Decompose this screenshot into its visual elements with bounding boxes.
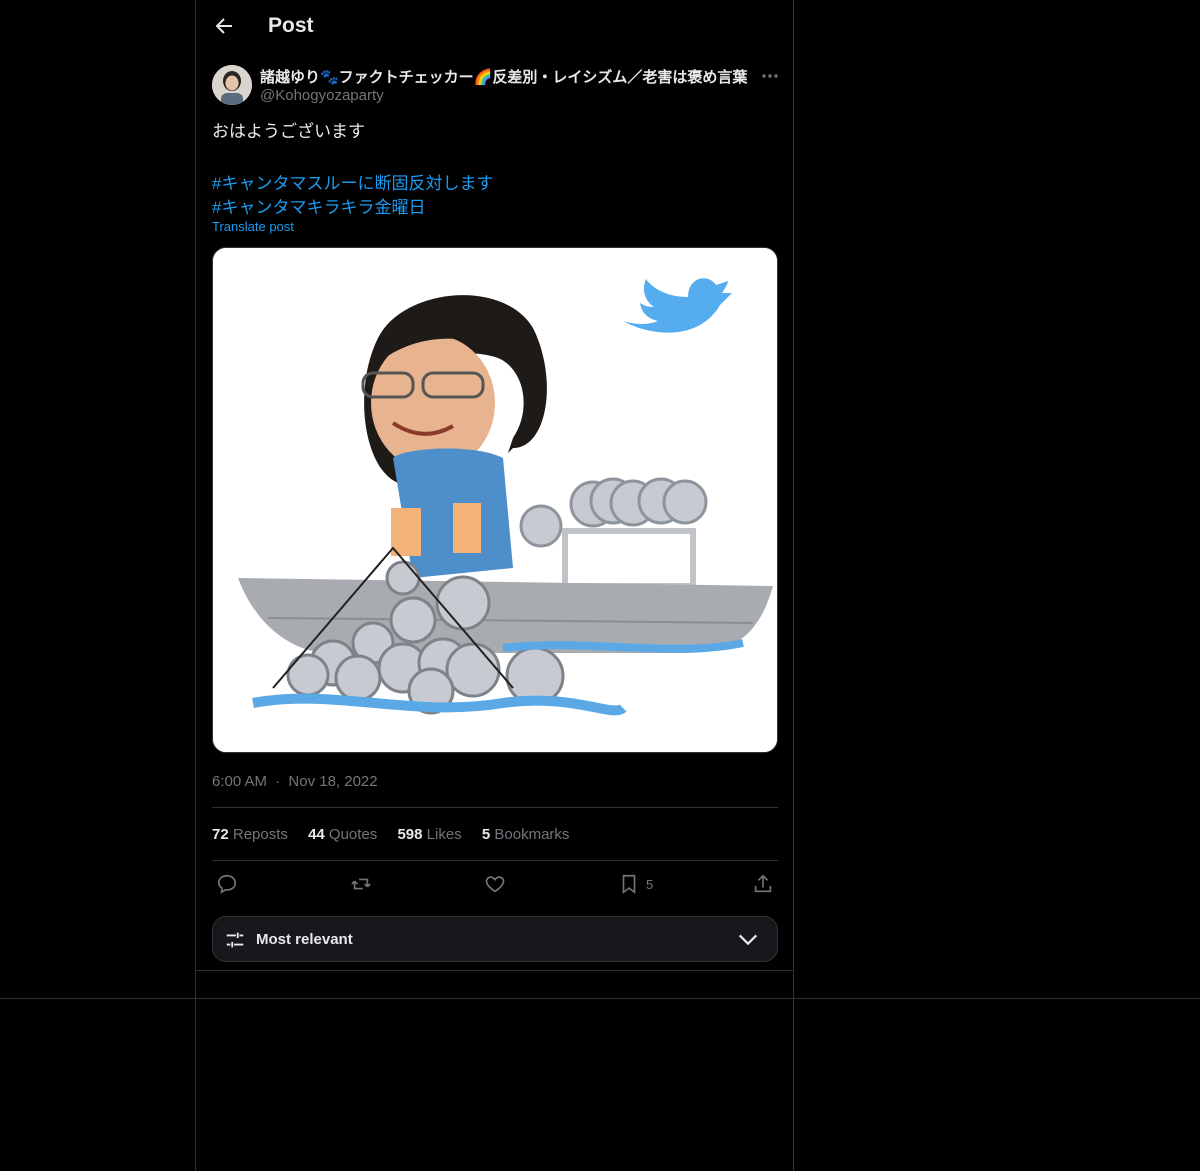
- repost-button[interactable]: [350, 873, 372, 895]
- reposts-stat[interactable]: 72 Reposts: [212, 826, 288, 843]
- bookmarks-count: 5: [481, 826, 491, 843]
- likes-label: Likes: [426, 826, 462, 843]
- tweet-image[interactable]: [212, 247, 778, 753]
- like-icon: [485, 876, 505, 893]
- translate-post-link[interactable]: Translate post: [212, 219, 294, 234]
- quotes-stat[interactable]: 44 Quotes: [308, 826, 377, 843]
- post-timestamp[interactable]: 6:00 AM · Nov 18, 2022: [212, 773, 378, 790]
- likes-stat[interactable]: 598 Likes: [397, 826, 461, 843]
- reply-icon: [217, 874, 237, 894]
- separator-dot: ·: [275, 773, 281, 790]
- bookmark-icon: [622, 874, 636, 894]
- quotes-label: Quotes: [328, 826, 378, 843]
- reply-button[interactable]: [216, 873, 238, 895]
- repost-icon: [351, 878, 371, 890]
- hashtag-link[interactable]: #キャンタマスルーに断固反対します: [212, 169, 493, 194]
- avatar[interactable]: [212, 65, 252, 105]
- thread-end-divider: [196, 970, 793, 971]
- page-title: Post: [268, 14, 314, 37]
- bookmark-count: 5: [646, 876, 654, 892]
- divider: [212, 807, 778, 808]
- share-icon: [754, 874, 772, 893]
- reposts-label: Reposts: [232, 826, 288, 843]
- more-options-icon[interactable]: [760, 66, 780, 86]
- bookmark-button[interactable]: 5: [618, 873, 653, 895]
- like-button[interactable]: [484, 873, 506, 895]
- engagement-stats: 72 Reposts 44 Quotes 598 Likes 5 Bookmar…: [212, 826, 585, 843]
- post-date[interactable]: Nov 18, 2022: [288, 773, 377, 790]
- likes-count: 598: [397, 826, 423, 843]
- author-name[interactable]: 諸越ゆり🐾ファクトチェッカー🌈反差別・レイシズム／老害は褒め言葉: [260, 66, 747, 87]
- page-header: Post: [196, 0, 793, 54]
- divider: [212, 860, 778, 861]
- quotes-count: 44: [308, 826, 325, 843]
- back-arrow-icon[interactable]: [212, 14, 236, 38]
- share-button[interactable]: [752, 873, 774, 895]
- post-time[interactable]: 6:00 AM: [212, 773, 267, 790]
- tweet-text: おはようございます: [212, 122, 365, 141]
- hashtag-link[interactable]: #キャンタマキラキラ金曜日: [212, 193, 425, 218]
- sliders-icon: [226, 932, 244, 948]
- main-column: Post 諸越ゆり🐾ファクトチェッカー🌈反差別・レイシズム／老害は褒め言葉 @K…: [195, 0, 794, 1171]
- author-handle[interactable]: @Kohogyozaparty: [260, 87, 384, 104]
- reposts-count: 72: [212, 826, 229, 843]
- sort-label: Most relevant: [256, 931, 353, 948]
- reply-sort-dropdown[interactable]: Most relevant: [212, 916, 778, 962]
- bookmarks-stat[interactable]: 5 Bookmarks: [482, 826, 570, 843]
- bookmarks-label: Bookmarks: [494, 826, 570, 843]
- chevron-down-icon: [738, 934, 758, 946]
